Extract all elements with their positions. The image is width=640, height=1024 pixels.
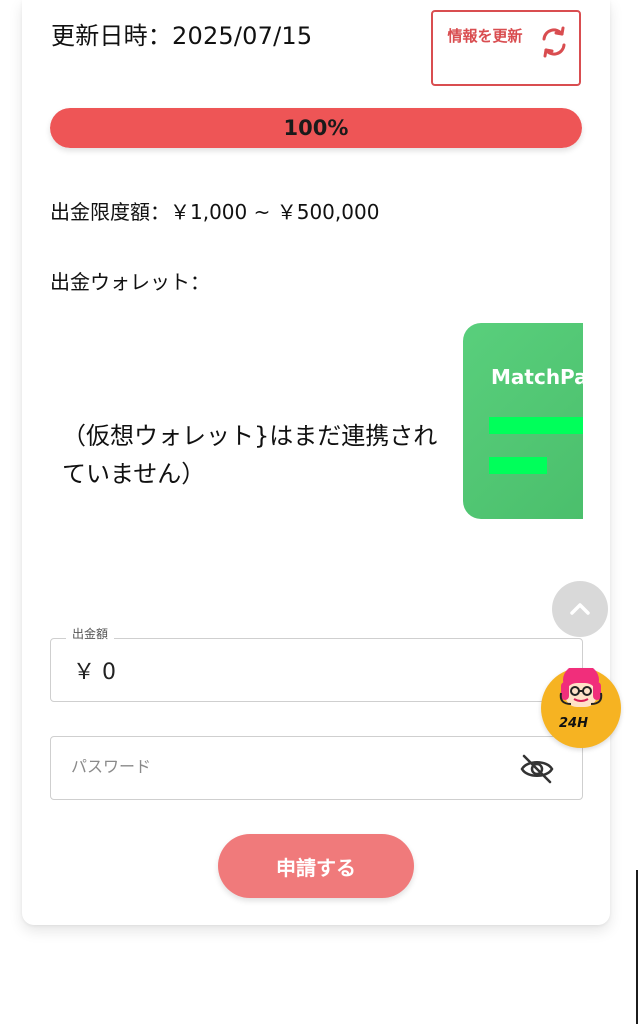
withdrawal-page: 更新日時：2025/07/15 情報を更新 100% 出金限度額：￥1,000 … — [0, 0, 640, 1024]
withdrawal-amount-input[interactable] — [73, 653, 493, 687]
refresh-info-button[interactable]: 情報を更新 — [431, 10, 581, 86]
scroll-to-top-button[interactable] — [552, 581, 608, 637]
password-input[interactable] — [71, 749, 491, 783]
eye-off-icon[interactable] — [519, 751, 555, 787]
withdrawal-amount-label: 出金額 — [66, 625, 115, 642]
wallet-card-name: MatchPa — [491, 365, 583, 389]
submit-withdrawal-button[interactable]: 申請する — [218, 834, 414, 898]
page-edge-divider — [636, 870, 638, 1024]
wallet-not-linked-message: （仮想ウォレット}はまだ連携されていません） — [62, 422, 438, 488]
refresh-icon — [542, 26, 566, 58]
progress-label: 100% — [283, 116, 349, 140]
refresh-info-label: 情報を更新 — [447, 27, 523, 45]
withdrawal-wallet-label: 出金ウォレット： — [50, 270, 210, 294]
progress-bar: 100% — [50, 108, 582, 148]
wallet-card[interactable]: MatchPa — [463, 323, 583, 519]
support-chat-button[interactable]: 24H — [541, 668, 621, 748]
password-field[interactable] — [50, 736, 583, 800]
withdrawal-limit: 出金限度額：￥1,000 ~ ￥500,000 — [50, 200, 380, 224]
support-24h-badge: 24H — [559, 716, 588, 731]
chevron-up-icon — [570, 603, 590, 615]
withdrawal-amount-field[interactable] — [50, 638, 583, 702]
support-avatar-icon — [559, 668, 603, 707]
update-time: 更新日時：2025/07/15 — [51, 22, 313, 50]
wallet-card-redaction-2 — [489, 457, 547, 474]
wallet-card-redaction-1 — [489, 417, 583, 434]
